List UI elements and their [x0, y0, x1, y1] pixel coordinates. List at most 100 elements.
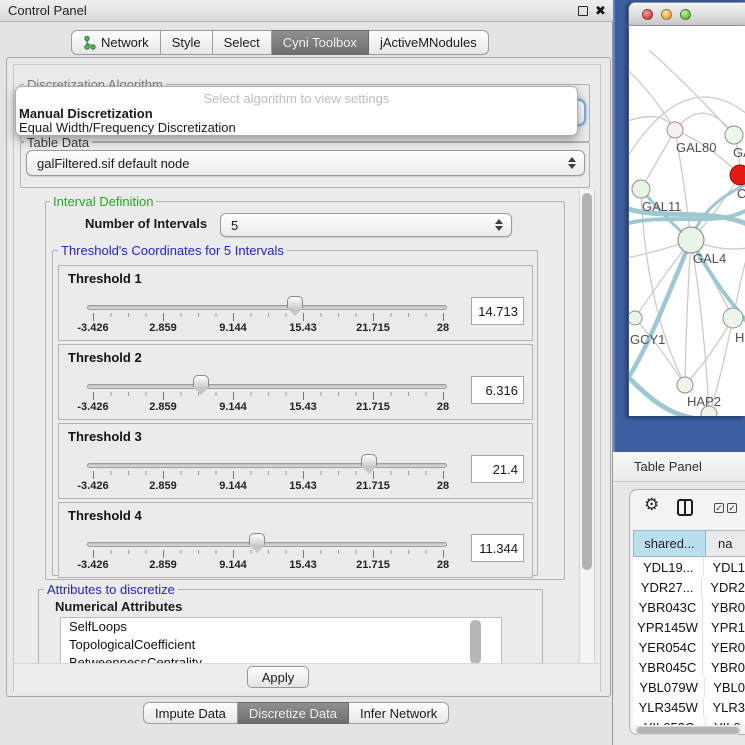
table-row[interactable]: YPR145WYPR1: [633, 617, 745, 637]
node-gal11[interactable]: [632, 180, 650, 198]
close-icon[interactable]: ✖: [595, 3, 606, 19]
cell-name[interactable]: YER0: [702, 637, 745, 657]
table-row[interactable]: YBR045CYBR0: [633, 657, 745, 677]
cell-name[interactable]: YBL0: [704, 677, 745, 697]
node-table[interactable]: YDL19...YDL1YDR27...YDR2YBR043CYBR0YPR14…: [633, 557, 745, 725]
network-window-titlebar[interactable]: [628, 2, 745, 26]
threshold-slider-handle[interactable]: [193, 375, 209, 387]
window-close-icon[interactable]: [642, 9, 653, 20]
tab-cyni-toolbox[interactable]: Cyni Toolbox: [272, 30, 369, 55]
slider-tick-labels: -3.4262.8599.14415.4321.71528: [59, 480, 532, 494]
tab-infer-network[interactable]: Infer Network: [349, 702, 449, 724]
window-zoom-icon[interactable]: [680, 9, 691, 20]
control-panel-tabs: Network Style Select Cyni Toolbox jActiv…: [71, 30, 489, 55]
attributes-group-title: Attributes to discretize: [44, 582, 178, 597]
node-gcy1[interactable]: [629, 311, 642, 325]
node-red-selected[interactable]: [730, 165, 745, 185]
label-gal80: GAL80: [676, 140, 716, 155]
node-h[interactable]: [723, 308, 743, 328]
attribute-list-item[interactable]: TopologicalCoefficient: [61, 636, 501, 654]
threshold-value-field[interactable]: 21.4: [471, 455, 524, 483]
cell-shared-name[interactable]: YBL079W: [633, 680, 704, 695]
threshold-value-field[interactable]: 6.316: [471, 376, 524, 404]
cell-name[interactable]: YBR0: [702, 597, 745, 617]
table-row[interactable]: YLR345WYLR3: [633, 697, 745, 717]
cell-name[interactable]: YPR1: [702, 617, 745, 637]
network-nodes[interactable]: [629, 122, 745, 416]
threshold-slider-track[interactable]: [87, 305, 447, 310]
tick-label: 9.144: [207, 401, 259, 413]
gear-icon[interactable]: ⚙: [644, 496, 659, 513]
cell-shared-name[interactable]: YBR043C: [633, 600, 702, 615]
threshold-slider-handle[interactable]: [287, 296, 303, 308]
node-gal80[interactable]: [667, 122, 683, 138]
cell-shared-name[interactable]: YDR27...: [633, 580, 701, 595]
apply-button[interactable]: Apply: [247, 666, 309, 688]
cell-name[interactable]: YBR0: [702, 657, 745, 677]
threshold-label: Threshold 3: [68, 429, 142, 444]
panel-scrollbar-thumb[interactable]: [582, 193, 592, 570]
tick-label: 2.859: [137, 559, 189, 571]
checkbox-icon[interactable]: ✓: [714, 503, 724, 513]
tick-label: 21.715: [347, 401, 399, 413]
network-canvas[interactable]: GAL80 GA C GAL11 GAL4 GCY1 H HAP2: [628, 26, 745, 416]
table-data-combo[interactable]: galFiltered.sif default node: [26, 150, 585, 176]
table-row[interactable]: YER054CYER0: [633, 637, 745, 657]
column-header-name[interactable]: na: [706, 530, 745, 557]
popup-item-equal-width-frequency[interactable]: Equal Width/Frequency Discretization: [19, 120, 236, 135]
list-scrollbar-thumb[interactable]: [470, 620, 481, 664]
tab-discretize-data[interactable]: Discretize Data: [238, 702, 349, 724]
label-gcy1: GCY1: [630, 332, 665, 347]
popup-hint: Select algorithm to view settings: [16, 91, 577, 106]
node-gal4[interactable]: [678, 227, 704, 253]
cell-name[interactable]: YLR3: [703, 697, 745, 717]
cell-shared-name[interactable]: YER054C: [633, 640, 702, 655]
cell-shared-name[interactable]: YIL052C: [633, 720, 705, 726]
table-row[interactable]: YIL052CYIL0: [633, 717, 745, 725]
table-row[interactable]: YDL19...YDL1: [633, 557, 745, 577]
num-intervals-combo[interactable]: 5: [220, 213, 512, 237]
slider-tick-labels: -3.4262.8599.14415.4321.71528: [59, 322, 532, 336]
threshold-slider-track[interactable]: [87, 542, 447, 547]
tab-impute-data[interactable]: Impute Data: [143, 702, 238, 724]
threshold-label: Threshold 2: [68, 350, 142, 365]
tick-label: 2.859: [137, 401, 189, 413]
node-labels: GAL80 GA C GAL11 GAL4 GCY1 H HAP2: [630, 140, 745, 409]
split-columns-icon[interactable]: [677, 499, 693, 516]
column-header-shared-name[interactable]: shared...: [633, 530, 706, 557]
window-minimize-icon[interactable]: [661, 9, 672, 20]
threshold-slider-handle[interactable]: [361, 454, 377, 466]
cell-name[interactable]: YIL0: [705, 717, 741, 725]
cell-shared-name[interactable]: YLR345W: [633, 700, 703, 715]
table-row[interactable]: YBR043CYBR0: [633, 597, 745, 617]
threshold-slider-track[interactable]: [87, 384, 447, 389]
node-ga[interactable]: [725, 126, 743, 144]
tab-network[interactable]: Network: [71, 30, 161, 55]
numerical-attributes-list[interactable]: SelfLoopsTopologicalCoefficientBetweenne…: [60, 617, 502, 666]
tick-label: -3.426: [67, 322, 119, 334]
threshold-value-field[interactable]: 14.713: [471, 297, 524, 325]
cell-name[interactable]: YDL1: [703, 557, 745, 577]
popup-item-manual-discretization[interactable]: Manual Discretization: [19, 106, 153, 121]
cyni-bottom-tabs: Impute Data Discretize Data Infer Networ…: [143, 702, 449, 724]
table-row[interactable]: YDR27...YDR2: [633, 577, 745, 597]
cell-shared-name[interactable]: YDL19...: [633, 560, 703, 575]
tab-select[interactable]: Select: [213, 30, 272, 55]
threshold-value-field[interactable]: 11.344: [471, 534, 524, 562]
tab-jactivemnodules[interactable]: jActiveMNodules: [369, 30, 489, 55]
table-row[interactable]: YBL079WYBL0: [633, 677, 745, 697]
cell-shared-name[interactable]: YBR045C: [633, 660, 702, 675]
threshold-slider-track[interactable]: [87, 463, 447, 468]
table-hscrollbar-thumb[interactable]: [637, 727, 739, 734]
attribute-list-item[interactable]: SelfLoops: [61, 618, 501, 636]
threshold-slider-handle[interactable]: [249, 533, 265, 545]
cell-shared-name[interactable]: YPR145W: [633, 620, 702, 635]
checkbox-icon[interactable]: ✓: [727, 503, 737, 513]
tick-label: -3.426: [67, 401, 119, 413]
float-window-icon[interactable]: [578, 6, 588, 16]
node-hap2[interactable]: [677, 377, 693, 393]
cell-name[interactable]: YDR2: [701, 577, 745, 597]
label-ga: GA: [733, 145, 745, 160]
tab-style[interactable]: Style: [161, 30, 213, 55]
combo-stepper-icon: [494, 218, 503, 232]
